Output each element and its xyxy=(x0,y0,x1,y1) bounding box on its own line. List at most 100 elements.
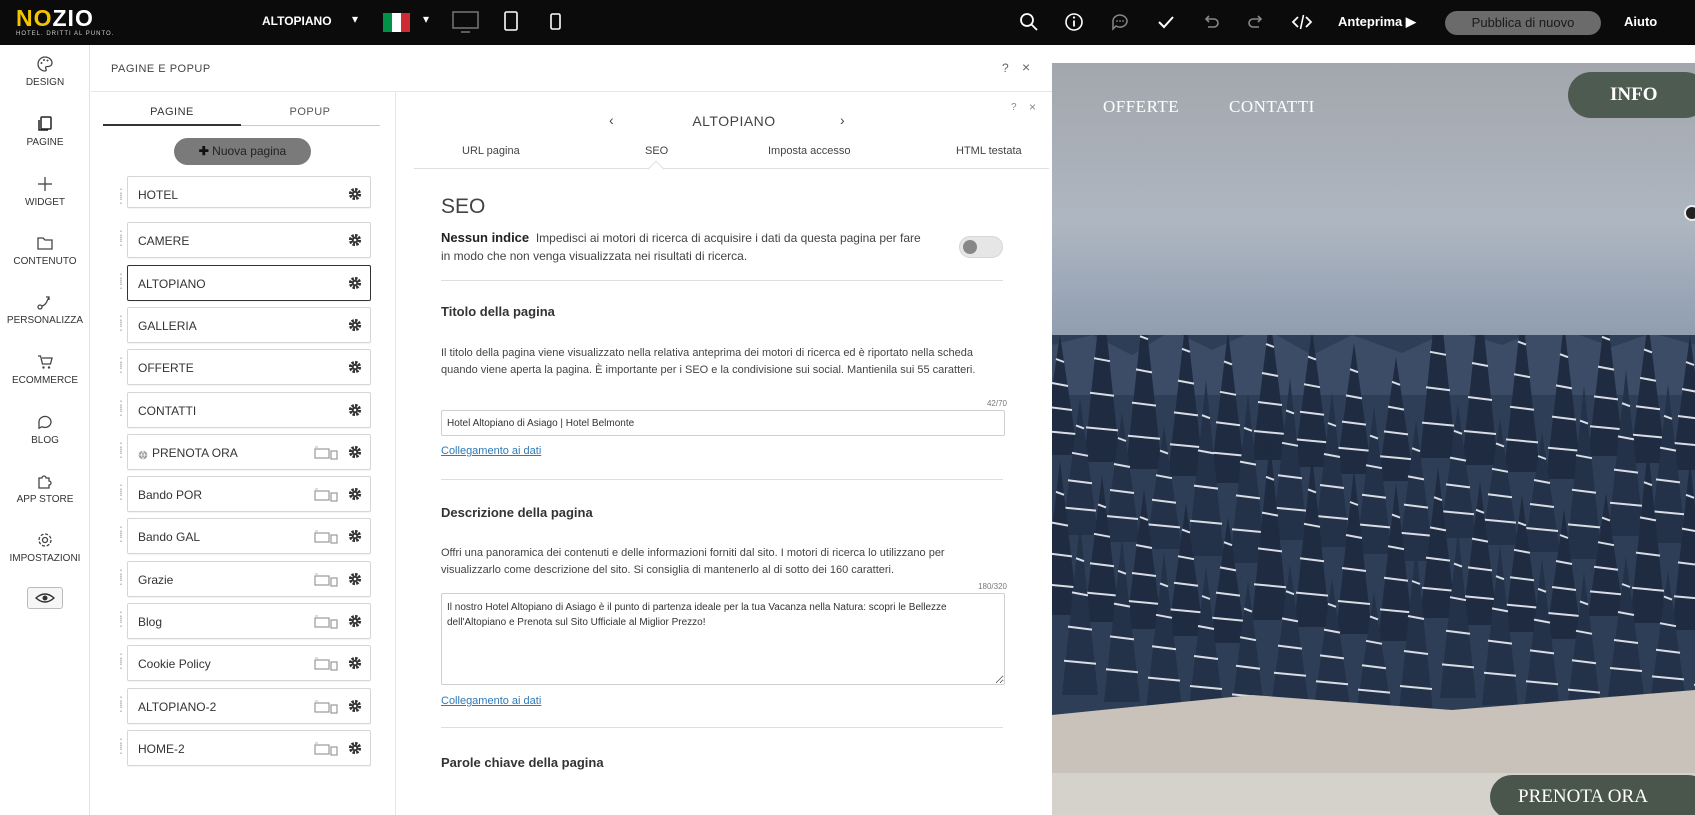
preview-book-now-button[interactable]: PRENOTA ORA xyxy=(1490,775,1695,815)
gear-icon[interactable] xyxy=(348,233,362,247)
tab-seo[interactable]: SEO xyxy=(645,145,668,157)
language-flag-icon[interactable] xyxy=(383,13,410,32)
device-visibility-icon[interactable] xyxy=(314,488,338,502)
chevron-down-icon[interactable]: ▾ xyxy=(352,12,358,26)
gear-icon[interactable] xyxy=(348,360,362,374)
page-list-item[interactable]: ALTOPIANO-2 xyxy=(127,687,371,724)
drag-handle-icon[interactable]: ⋮ ⋮ xyxy=(115,441,127,459)
mobile-icon[interactable] xyxy=(550,13,561,30)
page-list-item[interactable]: CAMERE xyxy=(127,222,371,259)
gear-icon[interactable] xyxy=(348,572,362,586)
rail-item-ecommerce[interactable]: ECOMMERCE xyxy=(0,353,90,386)
drag-handle-icon[interactable]: ⋮ ⋮ xyxy=(115,568,127,586)
drag-handle-icon[interactable]: ⋮ ⋮ xyxy=(115,652,127,670)
gear-icon[interactable] xyxy=(348,403,362,417)
page-list-item[interactable]: CONTATTI xyxy=(127,391,371,428)
device-visibility-icon[interactable] xyxy=(314,657,338,671)
device-visibility-icon[interactable] xyxy=(314,530,338,544)
rail-item-widget[interactable]: WIDGET xyxy=(0,175,90,208)
info-icon[interactable] xyxy=(1063,11,1085,33)
publish-button[interactable]: Pubblica di nuovo xyxy=(1445,11,1601,35)
preview-nav-contacts[interactable]: CONTATTI xyxy=(1229,97,1315,117)
device-visibility-icon[interactable] xyxy=(314,742,338,756)
drag-handle-icon[interactable]: ⋮ ⋮ xyxy=(115,695,127,713)
device-visibility-icon[interactable] xyxy=(314,700,338,714)
device-visibility-icon[interactable] xyxy=(314,615,338,629)
page-description-textarea[interactable]: Il nostro Hotel Altopiano di Asiago è il… xyxy=(441,593,1005,685)
page-list-item[interactable]: Grazie xyxy=(127,560,371,597)
drag-handle-icon[interactable]: ⋮ ⋮ xyxy=(115,272,127,290)
page-list-item[interactable]: ALTOPIANO xyxy=(127,264,371,301)
comment-icon[interactable] xyxy=(1109,11,1131,33)
description-data-link[interactable]: Collegamento ai dati xyxy=(441,695,541,707)
close-icon[interactable]: × xyxy=(1022,59,1030,75)
device-visibility-icon[interactable] xyxy=(314,573,338,587)
title-data-link[interactable]: Collegamento ai dati xyxy=(441,445,541,457)
redo-icon[interactable] xyxy=(1245,11,1267,33)
gear-icon[interactable] xyxy=(348,529,362,543)
desktop-icon[interactable] xyxy=(452,11,479,33)
tablet-icon[interactable] xyxy=(504,11,518,31)
chevron-right-icon[interactable]: › xyxy=(840,112,845,128)
tab-popup[interactable]: POPUP xyxy=(241,106,379,118)
preview-nav-offers[interactable]: OFFERTE xyxy=(1103,97,1179,117)
gear-icon[interactable] xyxy=(348,699,362,713)
tab-pages[interactable]: PAGINE xyxy=(103,106,241,118)
drag-handle-icon[interactable]: ⋮ ⋮ xyxy=(115,483,127,501)
page-title-input[interactable] xyxy=(441,410,1005,436)
gear-icon[interactable] xyxy=(348,656,362,670)
rail-item-content[interactable]: CONTENUTO xyxy=(0,234,90,267)
preview-button[interactable]: Anteprima ▶ xyxy=(1338,14,1416,30)
visibility-toggle-button[interactable] xyxy=(27,587,63,609)
help-icon[interactable]: ? xyxy=(1002,61,1009,75)
new-page-button[interactable]: ✚ Nuova pagina xyxy=(174,138,311,165)
device-visibility-icon[interactable] xyxy=(314,446,338,460)
search-icon[interactable] xyxy=(1018,11,1040,33)
tab-html-header[interactable]: HTML testata xyxy=(956,145,1022,157)
page-list-item[interactable]: Blog xyxy=(127,603,371,639)
drag-handle-icon[interactable]: ⋮ ⋮ xyxy=(115,610,127,628)
rail-item-settings[interactable]: IMPOSTAZIONI xyxy=(0,531,90,564)
page-list-item[interactable]: HOME-2 xyxy=(127,729,371,766)
preview-edge-handle[interactable] xyxy=(1684,205,1695,221)
drag-handle-icon[interactable]: ⋮ ⋮ xyxy=(115,229,127,247)
rail-item-pages[interactable]: PAGINE xyxy=(0,115,90,148)
tab-access[interactable]: Imposta accesso xyxy=(768,145,851,157)
rail-item-design[interactable]: DESIGN xyxy=(0,55,90,88)
page-selector[interactable]: ALTOPIANO xyxy=(262,14,332,28)
help-icon[interactable]: ? xyxy=(1011,102,1017,113)
undo-icon[interactable] xyxy=(1200,11,1222,33)
code-icon[interactable] xyxy=(1291,11,1313,33)
page-list-item[interactable]: Cookie Policy xyxy=(127,645,371,682)
rail-item-app-store[interactable]: APP STORE xyxy=(0,472,90,505)
gear-icon[interactable] xyxy=(348,445,362,459)
gear-icon[interactable] xyxy=(348,614,362,628)
nozio-logo[interactable]: NOZIO HOTEL. DRITTI AL PUNTO. xyxy=(16,6,126,40)
drag-handle-icon[interactable]: ⋮ ⋮ xyxy=(115,314,127,332)
rail-item-customize[interactable]: PERSONALIZZA xyxy=(0,293,90,326)
drag-handle-icon[interactable]: ⋮ ⋮ xyxy=(115,187,127,205)
gear-icon[interactable] xyxy=(348,741,362,755)
help-button[interactable]: Aiuto xyxy=(1624,14,1657,29)
page-list-item[interactable]: Bando GAL xyxy=(127,518,371,555)
gear-icon[interactable] xyxy=(348,187,362,201)
gear-icon[interactable] xyxy=(348,487,362,501)
page-list-item[interactable]: Bando POR xyxy=(127,476,371,513)
tab-url[interactable]: URL pagina xyxy=(462,145,520,157)
drag-handle-icon[interactable]: ⋮ ⋮ xyxy=(115,737,127,755)
page-list-item[interactable]: GALLERIA xyxy=(127,306,371,343)
drag-handle-icon[interactable]: ⋮ ⋮ xyxy=(115,525,127,543)
page-list-item[interactable]: OFFERTE xyxy=(127,349,371,386)
drag-handle-icon[interactable]: ⋮ ⋮ xyxy=(115,356,127,374)
gear-icon[interactable] xyxy=(348,276,362,290)
preview-info-button[interactable]: INFO xyxy=(1568,72,1695,118)
close-icon[interactable]: × xyxy=(1029,100,1036,114)
noindex-toggle[interactable] xyxy=(959,236,1003,258)
drag-handle-icon[interactable]: ⋮ ⋮ xyxy=(115,399,127,417)
check-icon[interactable] xyxy=(1155,11,1177,33)
page-list-item[interactable]: PRENOTA ORA xyxy=(127,433,371,470)
rail-item-blog[interactable]: BLOG xyxy=(0,413,90,446)
chevron-down-icon[interactable]: ▾ xyxy=(423,12,429,26)
gear-icon[interactable] xyxy=(348,318,362,332)
chevron-left-icon[interactable]: ‹ xyxy=(609,112,614,128)
